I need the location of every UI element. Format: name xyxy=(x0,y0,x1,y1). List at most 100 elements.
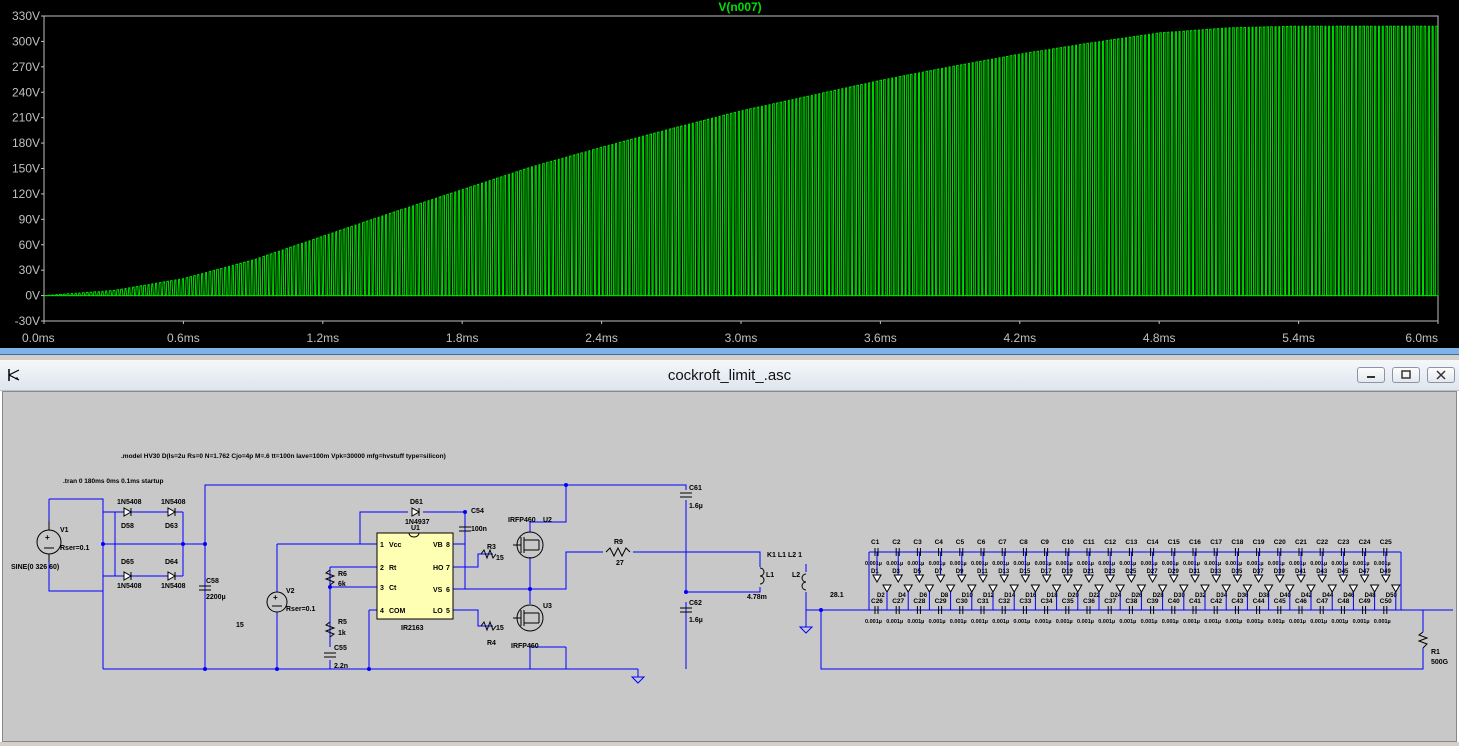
l2-value: 28.1 xyxy=(830,592,844,599)
bottom-cap-value: 0.001µ xyxy=(1289,619,1306,625)
ladder-diode-bottom xyxy=(1051,584,1062,594)
close-button[interactable] xyxy=(1427,367,1455,383)
waveform-chart[interactable]: V(n007) 330V 300V 270V 240V 210V 180V 150V 120V… xyxy=(0,0,1459,348)
ladder-diode-bottom xyxy=(988,584,998,594)
top-cap-value: 0.001µ xyxy=(1183,561,1200,567)
ladder-diode-bottom xyxy=(1030,584,1041,594)
top-cap-value: 0.001µ xyxy=(1225,561,1242,567)
u1-rt: Rt xyxy=(389,565,397,572)
bottom-cap-name: C33 xyxy=(1019,598,1031,605)
y-tick-label: 180V xyxy=(12,136,40,150)
bottom-cap-value: 0.001µ xyxy=(1247,619,1264,625)
r3-value: 15 xyxy=(496,555,504,562)
ladder-diode-bottom-name: D48 xyxy=(1365,593,1377,599)
bottom-cap-name: C45 xyxy=(1274,598,1286,605)
bottom-cap-name: C40 xyxy=(1168,598,1180,605)
y-tick-label: 210V xyxy=(12,111,40,125)
top-cap-name: C14 xyxy=(1147,539,1159,546)
top-cap-name: C21 xyxy=(1295,539,1307,546)
schematic-window: cockroft_limit_.asc .model HV30 D(Is=2u … xyxy=(0,360,1459,742)
ladder-diode-top-name: D29 xyxy=(1168,569,1180,575)
ladder-diode-top-name: D37 xyxy=(1253,569,1265,575)
ladder-diode-top-name: D17 xyxy=(1041,569,1053,575)
top-cap-name: C3 xyxy=(913,539,922,546)
r1-resistor[interactable] xyxy=(1417,631,1429,649)
y-tick-label: -30V xyxy=(15,314,40,328)
top-cap-value: 0.001µ xyxy=(1331,561,1348,567)
ladder-diode-top-name: D35 xyxy=(1231,569,1243,575)
v1-rser: Rser=0.1 xyxy=(60,545,89,552)
top-cap-name: C12 xyxy=(1104,539,1116,546)
ladder-diode-top xyxy=(1147,574,1158,584)
ladder-diode-top xyxy=(1020,574,1031,584)
top-cap-name: C6 xyxy=(977,539,986,546)
top-cap-value: 0.001µ xyxy=(1098,561,1115,567)
bridge-model-4: 1N5408 xyxy=(161,583,186,590)
v1-value: SINE(0 326 60) xyxy=(11,564,59,571)
schematic-titlebar[interactable]: cockroft_limit_.asc xyxy=(0,360,1459,391)
ladder-diode-bottom xyxy=(924,584,935,594)
x-tick-label: 3.6ms xyxy=(864,331,897,345)
r5-value: 1k xyxy=(338,630,346,637)
bridge-model-2: 1N5408 xyxy=(161,499,186,506)
bottom-cap-name: C42 xyxy=(1210,598,1222,605)
ladder-diode-bottom xyxy=(1178,584,1189,594)
bottom-cap-value: 0.001µ xyxy=(1310,619,1327,625)
trace-label[interactable]: V(n007) xyxy=(718,0,761,14)
model-directive[interactable]: .model HV30 D(Is=2u Rs=0 N=1.762 Cjo=4p … xyxy=(121,453,446,460)
pane-separator[interactable] xyxy=(0,348,1459,355)
tran-directive[interactable]: .tran 0 180ms 0ms 0.1ms startup xyxy=(63,478,163,485)
ladder-diode-top xyxy=(935,574,946,584)
bottom-cap-name: C31 xyxy=(977,598,989,605)
ladder-diode-bottom-name: D36 xyxy=(1237,593,1249,599)
v2-source[interactable]: + xyxy=(266,591,288,613)
ladder-diode-bottom xyxy=(903,584,914,594)
u1-pin8: 8 xyxy=(446,542,450,549)
x-tick-label: 6.0ms xyxy=(1405,331,1438,345)
restore-button[interactable] xyxy=(1392,367,1420,383)
r4-value: 15 xyxy=(496,625,504,632)
bottom-cap-name: C50 xyxy=(1380,598,1392,605)
minimize-button[interactable] xyxy=(1357,367,1385,383)
u1-vs: VS xyxy=(433,587,443,594)
v1-source[interactable]: + V1 Rser=0.1 SINE(0 326 60) xyxy=(11,521,89,571)
u1-ic[interactable]: U1 1 Vcc 2 Rt 3 Ct 4 COM VB 8 HO 7 VS 6 … xyxy=(376,525,454,632)
x-tick-label: 3.0ms xyxy=(725,331,758,345)
r9-resistor[interactable] xyxy=(605,546,631,558)
ladder-diode-bottom xyxy=(966,584,977,594)
u2-mosfet[interactable] xyxy=(513,531,544,559)
u1-model: IR2163 xyxy=(401,625,424,632)
l2-name: L2 xyxy=(792,572,800,579)
svg-text:+: + xyxy=(45,533,50,542)
bottom-cap-value: 0.001µ xyxy=(907,619,924,625)
schematic-drawing[interactable]: .model HV30 D(Is=2u Rs=0 N=1.762 Cjo=4p … xyxy=(3,392,1456,741)
c55-capacitor[interactable] xyxy=(324,652,336,658)
ladder-diode-top xyxy=(1253,574,1264,584)
ladder-diode-bottom-name: D28 xyxy=(1153,593,1165,599)
ladder-diode-top xyxy=(1232,574,1243,584)
v2-value: 15 xyxy=(236,622,244,629)
ladder-diode-bottom xyxy=(1094,584,1104,594)
ladder-diode-top xyxy=(1084,574,1094,584)
waveform-plot-pane[interactable]: V(n007) 330V 300V 270V 240V 210V 180V 150V 120V… xyxy=(0,0,1459,348)
bottom-cap-name: C36 xyxy=(1083,598,1095,605)
ladder-diode-top xyxy=(1062,574,1073,584)
l2-inductor[interactable] xyxy=(801,573,807,591)
ground-icon xyxy=(630,676,646,684)
ladder-diode-bottom-name: D22 xyxy=(1089,593,1101,599)
ladder-diode-bottom-name: D10 xyxy=(962,593,974,599)
u3-mosfet[interactable] xyxy=(513,604,544,632)
schematic-canvas[interactable]: .model HV30 D(Is=2u Rs=0 N=1.762 Cjo=4p … xyxy=(2,391,1457,742)
l1-value: 4.78m xyxy=(747,594,767,601)
top-cap-value: 0.001µ xyxy=(950,561,967,567)
bottom-cap-name: C29 xyxy=(935,598,947,605)
top-cap-value: 0.001µ xyxy=(1035,561,1052,567)
d61-diode[interactable] xyxy=(411,507,421,517)
c61-capacitor[interactable] xyxy=(680,492,692,498)
c58-name: C58 xyxy=(206,578,219,585)
l1-inductor[interactable] xyxy=(759,567,765,585)
c55-name: C55 xyxy=(334,645,347,652)
ladder-diode-top xyxy=(999,574,1010,584)
r9-name: R9 xyxy=(614,539,623,546)
top-cap-name: C11 xyxy=(1083,539,1095,546)
